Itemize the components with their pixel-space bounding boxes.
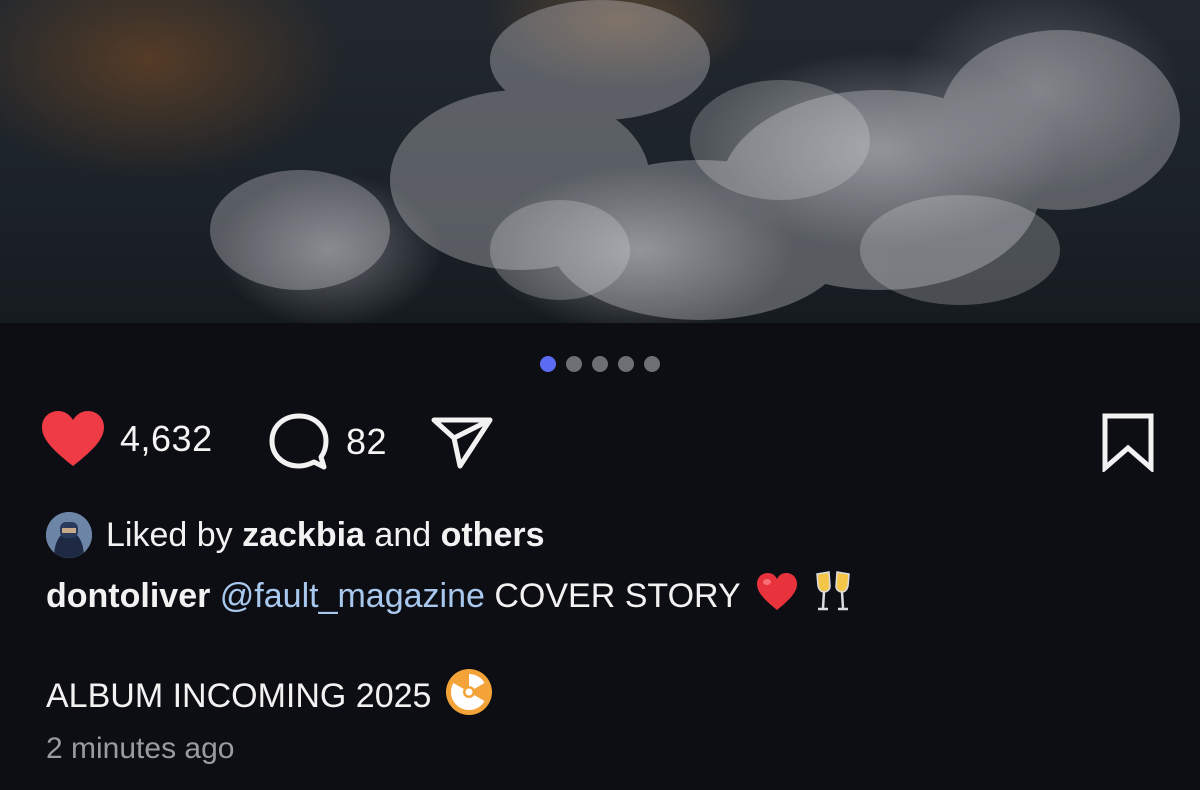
caption-line-2-text: ALBUM INCOMING 2025 [46,677,432,715]
caption-text: COVER STORY [494,577,741,615]
liked-by-and: and [374,515,432,554]
liked-by-user-link[interactable]: zackbia [242,516,365,555]
comment-button[interactable]: 82 [268,412,387,472]
mention-link[interactable]: @fault_magazine [220,577,485,616]
red-heart-emoji [755,572,799,621]
champagne-glasses-emoji [813,570,853,623]
carousel-dot [592,356,608,372]
comment-bubble-icon [269,413,329,470]
liked-by-row: Liked by zackbia and others [46,512,545,558]
carousel-dot [618,356,634,372]
avatar[interactable] [46,512,92,558]
post-image[interactable] [0,0,1200,323]
paper-plane-icon [431,417,493,469]
carousel-indicator [0,356,1200,372]
liked-by-label: Liked by [106,515,233,554]
bookmark-icon [1102,413,1154,472]
author-username[interactable]: dontoliver [46,577,210,616]
comments-count: 82 [346,421,388,462]
save-button[interactable] [1100,412,1156,472]
share-button[interactable] [430,414,494,470]
like-button[interactable]: 4,632 [40,410,213,468]
avatar-image [46,512,92,558]
carousel-dot [644,356,660,372]
caption-line-2: ALBUM INCOMING 2025 [46,668,493,725]
caption: dontoliver @fault_magazine COVER STORY [46,570,853,623]
likes-count: 4,632 [120,418,213,459]
heart-icon [42,411,104,466]
radioactive-emoji [445,668,493,725]
carousel-dot [566,356,582,372]
timestamp: 2 minutes ago [46,732,235,765]
action-bar: 4,632 82 [0,410,1200,472]
smoke-overlay [210,0,1180,320]
carousel-dot [540,356,556,372]
liked-by-others-link[interactable]: others [441,516,545,555]
